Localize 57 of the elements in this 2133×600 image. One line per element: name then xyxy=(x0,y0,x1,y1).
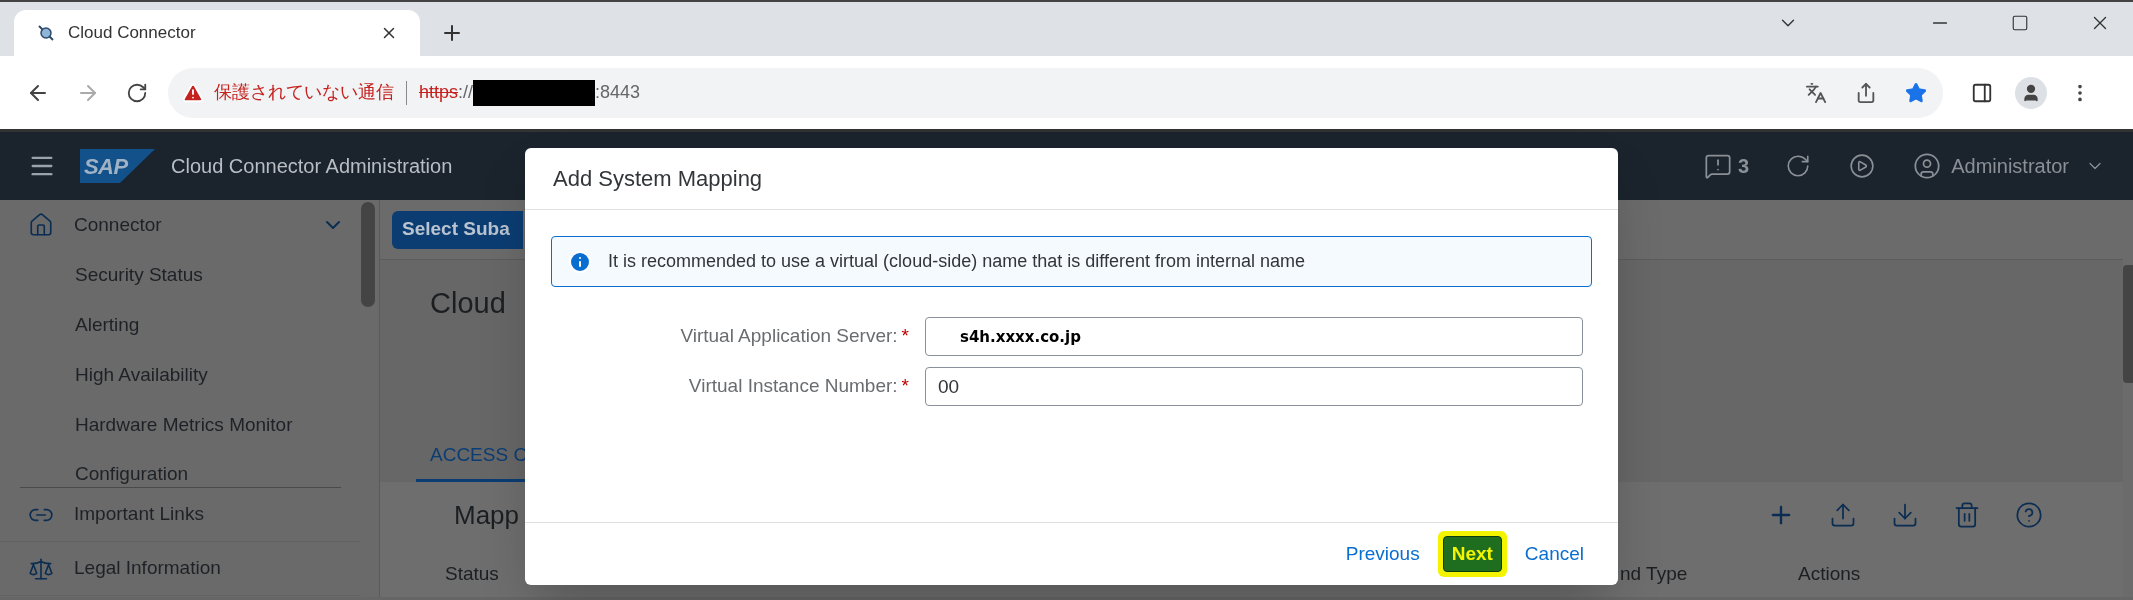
upload-icon[interactable] xyxy=(1829,501,1857,529)
app-title: Cloud Connector Administration xyxy=(171,154,453,179)
required-mark: * xyxy=(901,374,909,399)
sidebar-subitem[interactable]: Hardware Metrics Monitor xyxy=(0,400,361,450)
maximize-icon[interactable] xyxy=(2011,14,2029,32)
side-panel-icon[interactable] xyxy=(1971,81,1993,104)
plug-icon xyxy=(36,23,56,43)
select-subaccount-button[interactable]: Select Suba xyxy=(392,210,523,249)
sidebar-subitem[interactable]: Alerting xyxy=(0,300,361,350)
scrollbar-thumb[interactable] xyxy=(2123,265,2133,383)
star-icon[interactable] xyxy=(1905,81,1927,104)
url-scheme: https xyxy=(419,81,459,104)
field-label: Virtual Instance Number: xyxy=(688,374,898,399)
notification-icon[interactable] xyxy=(1704,152,1733,180)
sidebar-item[interactable]: Connector xyxy=(0,200,361,250)
text-field[interactable]: 00 xyxy=(925,367,1583,406)
required-mark: * xyxy=(901,324,909,349)
info-icon xyxy=(568,249,592,274)
page-title: Cloud xyxy=(430,286,507,321)
security-warning: 保護されていない通信 xyxy=(214,81,394,104)
column-header: Status xyxy=(445,562,500,586)
text-field[interactable]: s4h.xxxx.co.jp xyxy=(925,317,1583,356)
scrollbar-thumb[interactable] xyxy=(361,202,375,307)
next-button[interactable]: Next xyxy=(1437,530,1507,578)
dialog-link-button[interactable]: Previous xyxy=(1341,539,1424,569)
share-icon[interactable] xyxy=(1855,81,1877,104)
user-icon[interactable] xyxy=(1913,152,1942,180)
url-separator: :// xyxy=(458,81,474,104)
delete-icon[interactable] xyxy=(1953,501,1981,529)
sidebar-subitem[interactable]: Configuration xyxy=(0,450,361,487)
url-port: :8443 xyxy=(595,81,641,104)
play-icon[interactable] xyxy=(1849,153,1876,179)
browser-tab[interactable]: Cloud Connector xyxy=(14,10,420,56)
sidebar-item[interactable]: Legal Information xyxy=(0,542,361,596)
column-header: nd Type xyxy=(1620,562,1689,586)
column-header: Actions xyxy=(1798,562,1862,586)
refresh-icon[interactable] xyxy=(1785,153,1812,179)
reload-icon[interactable] xyxy=(126,81,148,104)
help-icon[interactable] xyxy=(2015,501,2043,529)
download-icon[interactable] xyxy=(1891,501,1919,529)
field-label: Virtual Application Server: xyxy=(680,324,898,349)
translate-icon[interactable] xyxy=(1805,81,1827,104)
section-title: Mapp xyxy=(454,498,520,532)
warning-icon xyxy=(182,81,204,104)
user-name[interactable]: Administrator xyxy=(1951,151,2069,181)
tab-title: Cloud Connector xyxy=(68,22,197,45)
info-message: It is recommended to use a virtual (cloud-side) name that is different from internal name xyxy=(551,236,1592,287)
profile-icon[interactable] xyxy=(2015,76,2047,109)
address-bar[interactable]: 保護されていない通信 https:// :8443 xyxy=(168,67,1943,118)
dialog-link-button[interactable]: Cancel xyxy=(1520,539,1588,569)
dialog-title: Add System Mapping xyxy=(553,165,763,193)
home-icon xyxy=(28,212,54,238)
sidebar-subitem[interactable]: High Availability xyxy=(0,350,361,400)
sidebar-subitem[interactable]: Security Status xyxy=(0,250,361,300)
notification-count: 3 xyxy=(1738,154,1750,179)
sidebar-item[interactable]: Important Links xyxy=(0,488,361,542)
logo: SAP xyxy=(80,149,155,183)
